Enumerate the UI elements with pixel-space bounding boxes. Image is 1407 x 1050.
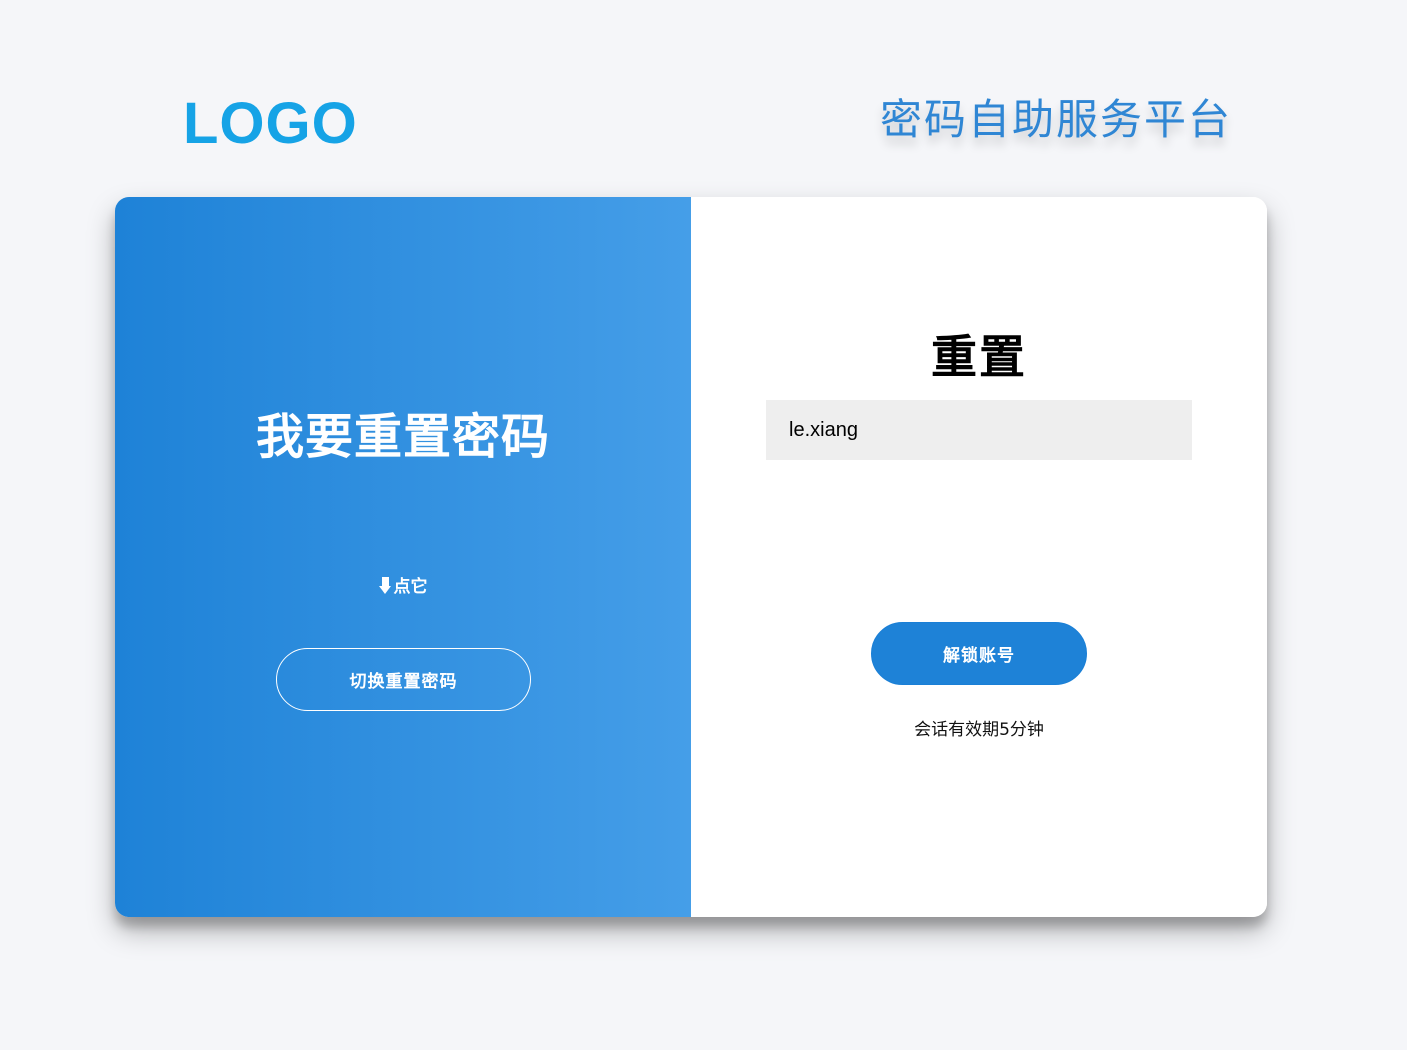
- hint-text: 点它: [393, 577, 428, 597]
- hint: 点它: [115, 575, 691, 599]
- auth-card: 我要重置密码 点它 切换重置密码 重置 解锁账号 会话有效期5分钟: [115, 197, 1267, 917]
- arrow-down-icon: [378, 577, 392, 594]
- logo: LOGO: [183, 91, 358, 156]
- left-heading: 我要重置密码: [255, 409, 550, 465]
- username-input[interactable]: [766, 400, 1192, 460]
- switch-reset-password-button[interactable]: 切换重置密码: [276, 648, 531, 711]
- session-note: 会话有效期5分钟: [914, 720, 1044, 740]
- platform-title: 密码自助服务平台: [880, 95, 1233, 144]
- form-title: 重置: [931, 330, 1027, 384]
- left-panel: 我要重置密码 点它 切换重置密码: [115, 197, 691, 917]
- unlock-account-button[interactable]: 解锁账号: [871, 622, 1087, 685]
- right-panel: 重置 解锁账号 会话有效期5分钟: [691, 197, 1267, 917]
